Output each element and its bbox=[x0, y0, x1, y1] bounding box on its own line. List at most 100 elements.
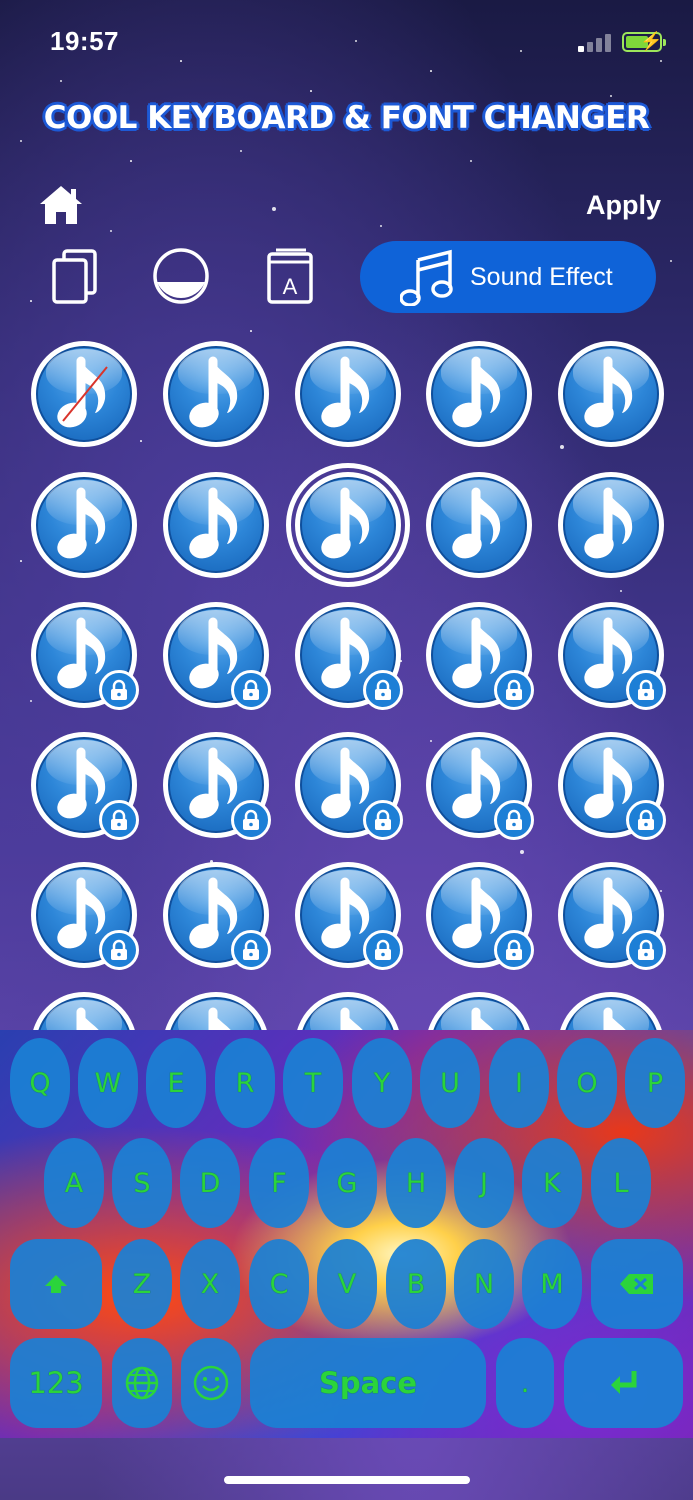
sound-effect-item[interactable] bbox=[163, 341, 269, 447]
sound-effect-item[interactable] bbox=[163, 862, 271, 970]
key-c[interactable]: C bbox=[249, 1239, 309, 1329]
lock-icon bbox=[494, 800, 534, 840]
key-y[interactable]: Y bbox=[352, 1038, 412, 1128]
key-v[interactable]: V bbox=[317, 1239, 377, 1329]
lock-icon bbox=[494, 670, 534, 710]
key-m[interactable]: M bbox=[522, 1239, 582, 1329]
selected-indicator bbox=[286, 463, 410, 587]
key-l[interactable]: L bbox=[591, 1138, 651, 1228]
numbers-key[interactable]: 123 bbox=[10, 1338, 102, 1428]
mute-slash-icon bbox=[62, 366, 108, 422]
key-d[interactable]: D bbox=[180, 1138, 240, 1228]
key-o[interactable]: O bbox=[557, 1038, 617, 1128]
sound-effect-item[interactable] bbox=[558, 472, 664, 578]
sound-effect-item[interactable] bbox=[31, 732, 139, 840]
svg-text:A: A bbox=[283, 274, 298, 299]
sound-effect-item[interactable] bbox=[163, 732, 271, 840]
sound-effect-item[interactable] bbox=[163, 472, 269, 578]
key-f[interactable]: F bbox=[249, 1138, 309, 1228]
music-note-glyph bbox=[57, 487, 106, 559]
apply-button[interactable]: Apply bbox=[586, 190, 661, 221]
battery-charging-icon: ⚡ bbox=[622, 31, 666, 52]
key-a[interactable]: A bbox=[44, 1138, 104, 1228]
keyboard-preview: 123 Space . QWERTYUIOP ASDFGHJKL ZXCVBNM bbox=[0, 1030, 693, 1438]
music-note-glyph bbox=[340, 1007, 363, 1030]
key-s[interactable]: S bbox=[112, 1138, 172, 1228]
key-p[interactable]: P bbox=[625, 1038, 685, 1128]
music-note-icon bbox=[400, 249, 453, 306]
sound-effect-item[interactable] bbox=[426, 732, 534, 840]
sound-effect-item[interactable] bbox=[295, 341, 401, 447]
app-title: COOL KEYBOARD & FONT CHANGER bbox=[43, 100, 650, 136]
lock-icon bbox=[626, 800, 666, 840]
sound-effect-item[interactable] bbox=[426, 862, 534, 970]
music-note-glyph bbox=[452, 487, 501, 559]
font-book-icon[interactable]: A bbox=[262, 246, 322, 308]
smiley-icon bbox=[193, 1365, 229, 1401]
space-key[interactable]: Space bbox=[250, 1338, 486, 1428]
sound-effect-item[interactable] bbox=[295, 992, 401, 1030]
music-note-glyph bbox=[208, 1007, 231, 1030]
key-h[interactable]: H bbox=[386, 1138, 446, 1228]
key-e[interactable]: E bbox=[146, 1038, 206, 1128]
key-shape-icon[interactable] bbox=[150, 246, 210, 308]
music-note-glyph bbox=[603, 1007, 626, 1030]
lock-icon bbox=[99, 930, 139, 970]
lock-icon bbox=[363, 670, 403, 710]
backspace-key[interactable] bbox=[591, 1239, 683, 1329]
key-i[interactable]: I bbox=[489, 1038, 549, 1128]
sound-effect-item[interactable] bbox=[31, 472, 137, 578]
sound-effect-item[interactable] bbox=[558, 992, 664, 1030]
music-note-glyph bbox=[189, 356, 238, 428]
lock-icon bbox=[231, 670, 271, 710]
sound-effect-item[interactable] bbox=[426, 992, 532, 1030]
lock-icon bbox=[626, 930, 666, 970]
key-b[interactable]: B bbox=[386, 1239, 446, 1329]
key-w[interactable]: W bbox=[78, 1038, 138, 1128]
music-note-glyph bbox=[76, 1007, 99, 1030]
globe-key[interactable] bbox=[112, 1338, 172, 1428]
home-indicator bbox=[224, 1476, 470, 1484]
shift-key[interactable] bbox=[10, 1239, 102, 1329]
sound-effect-item[interactable] bbox=[426, 341, 532, 447]
key-g[interactable]: G bbox=[317, 1138, 377, 1228]
key-t[interactable]: T bbox=[283, 1038, 343, 1128]
key-x[interactable]: X bbox=[180, 1239, 240, 1329]
key-u[interactable]: U bbox=[420, 1038, 480, 1128]
key-z[interactable]: Z bbox=[112, 1239, 172, 1329]
theme-cards-icon[interactable] bbox=[46, 246, 106, 308]
sound-effect-item[interactable] bbox=[31, 602, 139, 710]
sound-effect-item[interactable] bbox=[31, 862, 139, 970]
sound-effect-item[interactable] bbox=[558, 732, 666, 840]
key-r[interactable]: R bbox=[215, 1038, 275, 1128]
emoji-key[interactable] bbox=[181, 1338, 241, 1428]
sound-effect-item[interactable] bbox=[558, 862, 666, 970]
key-q[interactable]: Q bbox=[10, 1038, 70, 1128]
sound-effect-item[interactable] bbox=[163, 602, 271, 710]
music-note-glyph bbox=[584, 356, 633, 428]
lock-icon bbox=[231, 800, 271, 840]
sound-effect-item[interactable] bbox=[426, 472, 532, 578]
sound-effect-grid bbox=[0, 335, 693, 1030]
sound-effect-item[interactable] bbox=[31, 992, 137, 1030]
key-j[interactable]: J bbox=[454, 1138, 514, 1228]
sound-effect-item[interactable] bbox=[426, 602, 534, 710]
sound-effect-item[interactable] bbox=[31, 341, 137, 447]
sound-effect-item[interactable] bbox=[295, 862, 403, 970]
sound-effect-item[interactable] bbox=[295, 602, 403, 710]
sound-effect-item[interactable] bbox=[295, 732, 403, 840]
sound-effect-item[interactable] bbox=[163, 992, 269, 1030]
music-note-glyph bbox=[584, 487, 633, 559]
signal-icon bbox=[578, 34, 612, 52]
key-n[interactable]: N bbox=[454, 1239, 514, 1329]
period-key[interactable]: . bbox=[496, 1338, 554, 1428]
backspace-icon bbox=[620, 1274, 653, 1294]
home-icon[interactable] bbox=[38, 184, 84, 226]
sound-effect-item[interactable] bbox=[558, 341, 664, 447]
lock-icon bbox=[363, 930, 403, 970]
key-k[interactable]: K bbox=[522, 1138, 582, 1228]
return-key[interactable] bbox=[564, 1338, 683, 1428]
tab-sound-effect[interactable]: Sound Effect bbox=[360, 241, 656, 313]
lock-icon bbox=[99, 800, 139, 840]
sound-effect-item[interactable] bbox=[558, 602, 666, 710]
